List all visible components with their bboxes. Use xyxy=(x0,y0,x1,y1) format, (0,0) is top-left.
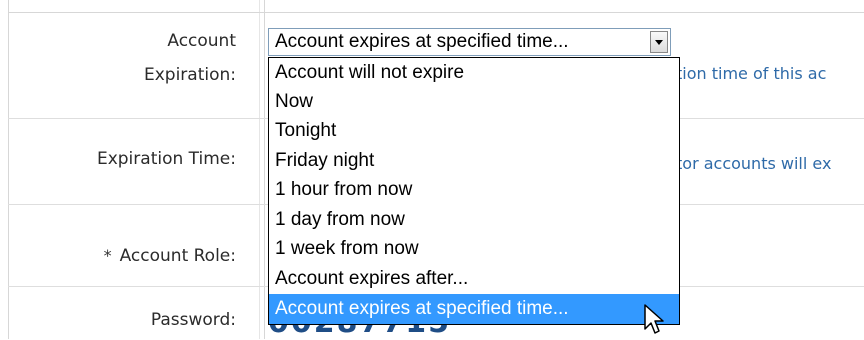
account-expiration-select[interactable]: Account expires at specified time... xyxy=(268,28,671,56)
value-column-divider xyxy=(264,0,265,339)
required-marker: * xyxy=(103,246,112,265)
mouse-cursor-icon xyxy=(644,304,664,334)
account-expiration-label-line1: Account xyxy=(167,31,236,51)
expiration-options-list[interactable]: Account will not expire Now Tonight Frid… xyxy=(268,57,680,325)
account-role-label: Account Role: xyxy=(119,246,236,266)
table-left-border xyxy=(8,0,9,339)
option-friday-night[interactable]: Friday night xyxy=(269,146,679,175)
option-now[interactable]: Now xyxy=(269,87,679,116)
option-account-expires-after[interactable]: Account expires after... xyxy=(269,264,679,293)
option-account-will-not-expire[interactable]: Account will not expire xyxy=(269,58,679,87)
selected-value: Account expires at specified time... xyxy=(275,31,569,52)
expiration-hint-text: tion time of this ac xyxy=(676,64,827,83)
option-1-day-from-now[interactable]: 1 day from now xyxy=(269,205,679,234)
expiration-time-hint-text: tor accounts will ex xyxy=(676,154,832,173)
table-top-border xyxy=(8,12,864,13)
account-role-label-row: * Account Role: xyxy=(104,240,236,272)
expiration-time-label: Expiration Time: xyxy=(96,149,236,169)
option-1-week-from-now[interactable]: 1 week from now xyxy=(269,234,679,263)
option-account-expires-at-specified-time[interactable]: Account expires at specified time... xyxy=(269,294,679,324)
option-1-hour-from-now[interactable]: 1 hour from now xyxy=(269,175,679,204)
label-column-divider xyxy=(259,0,260,339)
account-expiration-label-line2: Expiration: xyxy=(143,65,236,85)
option-tonight[interactable]: Tonight xyxy=(269,116,679,145)
chevron-down-icon[interactable] xyxy=(650,31,668,53)
password-label: Password: xyxy=(150,310,236,330)
